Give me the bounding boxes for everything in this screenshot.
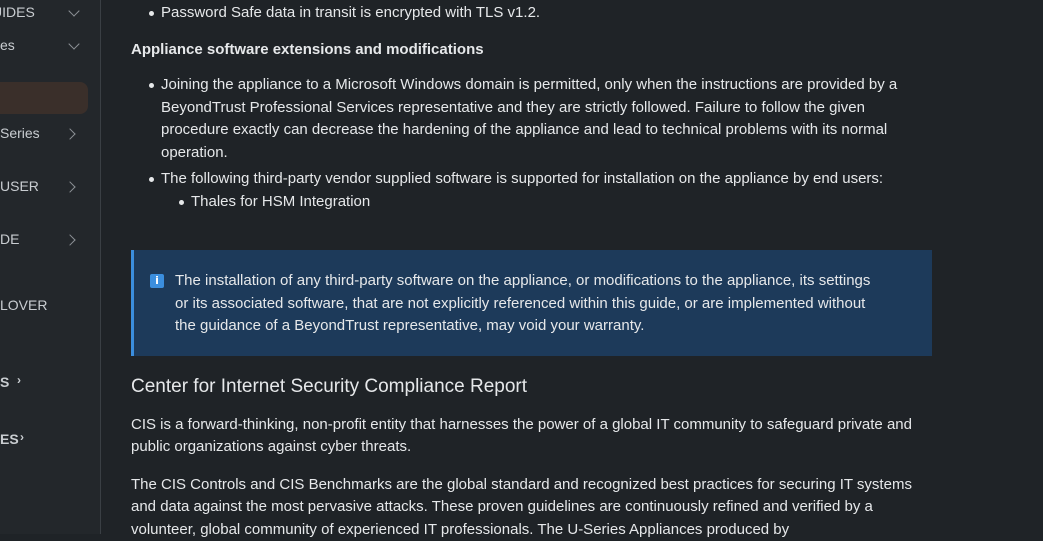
section-heading: Appliance software extensions and modifi… bbox=[131, 39, 484, 62]
chevron-right-icon: › bbox=[17, 373, 21, 387]
cis-section: Center for Internet Security Compliance … bbox=[131, 376, 931, 541]
chevron-right-icon bbox=[64, 128, 75, 139]
sidebar-item-active[interactable] bbox=[0, 82, 88, 114]
info-icon: i bbox=[150, 274, 164, 288]
sidebar-item-label: UIDES bbox=[0, 4, 35, 20]
list-item: Thales for HSM Integration bbox=[131, 191, 931, 214]
chevron-right-icon bbox=[64, 181, 75, 192]
section-heading: Center for Internet Security Compliance … bbox=[131, 376, 931, 399]
main-content: Password Safe data in transit is encrypt… bbox=[101, 0, 1043, 534]
sidebar-item-label: Series bbox=[0, 125, 40, 141]
chevron-down-icon bbox=[68, 5, 79, 16]
paragraph: CIS is a forward-thinking, non-profit en… bbox=[131, 414, 931, 459]
sidebar-item-label: DE bbox=[0, 231, 19, 247]
sub-list: Thales for HSM Integration bbox=[161, 191, 931, 214]
sidebar-item-label: S bbox=[0, 374, 9, 390]
info-callout: i The installation of any third-party so… bbox=[131, 250, 932, 356]
list-item: Password Safe data in transit is encrypt… bbox=[131, 2, 931, 25]
list-item-text: The following third-party vendor supplie… bbox=[161, 170, 883, 187]
paragraph: The CIS Controls and CIS Benchmarks are … bbox=[131, 474, 931, 541]
sidebar-item-label: USER bbox=[0, 178, 39, 194]
sidebar: UIDES es Series USER DE LOVER S › ES › bbox=[0, 0, 101, 534]
list-item: Joining the appliance to a Microsoft Win… bbox=[131, 74, 931, 164]
bullet-list: Password Safe data in transit is encrypt… bbox=[131, 2, 931, 25]
bullet-list: Joining the appliance to a Microsoft Win… bbox=[131, 74, 931, 213]
list-item: The following third-party vendor supplie… bbox=[131, 168, 931, 213]
sidebar-item-label: ES bbox=[0, 431, 19, 447]
chevron-right-icon: › bbox=[20, 430, 24, 444]
callout-text: The installation of any third-party soft… bbox=[175, 270, 875, 338]
chevron-right-icon bbox=[64, 234, 75, 245]
sidebar-item-label: es bbox=[0, 37, 15, 53]
chevron-down-icon bbox=[68, 38, 79, 49]
sidebar-item-label: LOVER bbox=[0, 297, 47, 313]
